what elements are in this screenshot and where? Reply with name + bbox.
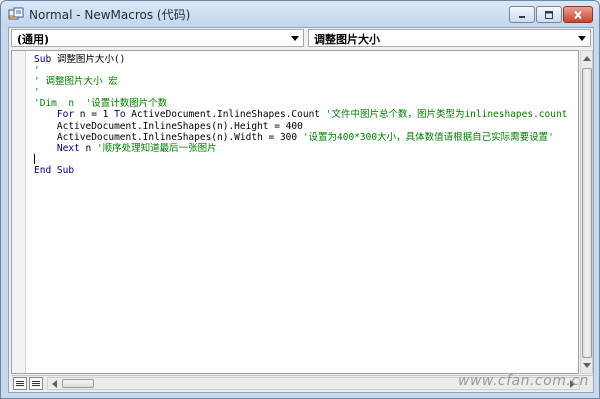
minimize-icon [519,15,525,18]
code-line[interactable]: ' [34,87,578,98]
code-line[interactable]: ActiveDocument.InlineShapes(n).Width = 3… [34,132,578,143]
close-icon [574,10,582,19]
procedure-view-icon [16,381,24,382]
watermark: www.cfan.com.cn [458,373,589,389]
scroll-down-icon[interactable] [583,363,591,368]
code-line[interactable]: End Sub [34,165,578,176]
vba-editor-window: Normal - NewMacros (代码) (通用) 调整图片大小 Sub … [0,0,600,399]
code-comment: 'Dim n '设置计数图片个数 [34,98,168,110]
code-keyword: End Sub [34,164,75,176]
full-module-view-icon [32,381,40,382]
code-comment: '文件中图片总个数，图片类型为inlineshapes.count [325,109,568,121]
code-comment: ' [34,87,40,99]
code-editor[interactable]: Sub 调整图片大小() ' ' 调整图片大小 宏 ' 'Dim n '设置计数图片个数… [11,50,579,374]
full-module-view-button[interactable] [29,377,43,390]
maximize-icon [545,10,553,19]
close-button[interactable] [563,6,593,23]
code-token: ActiveDocument.InlineShapes.Count [131,109,326,121]
code-line[interactable]: ActiveDocument.InlineShapes(n).Height = … [34,121,578,132]
code-token: 调整图片大小() [56,54,126,65]
window-title: Normal - NewMacros (代码) [29,8,191,22]
code-line[interactable] [34,153,578,165]
code-line[interactable]: Next n '顺序处理知道最后一张图片 [34,143,578,154]
object-combobox[interactable]: (通用) [11,29,304,47]
code-line[interactable]: ' [34,65,578,76]
procedure-combobox-value: 调整图片大小 [314,33,380,46]
code-keyword: For [34,109,80,121]
vertical-scrollbar[interactable] [580,50,593,374]
code-line[interactable]: Sub 调整图片大小() [34,54,578,65]
code-line[interactable]: 'Dim n '设置计数图片个数 [34,98,578,109]
title-bar[interactable]: Normal - NewMacros (代码) [1,1,599,27]
code-text[interactable]: Sub 调整图片大小() ' ' 调整图片大小 宏 ' 'Dim n '设置计数图片个数… [34,54,578,176]
code-keyword: Next [34,142,86,154]
chevron-down-icon[interactable] [291,36,299,41]
chevron-down-icon[interactable] [578,36,586,41]
horizontal-scroll-thumb[interactable] [62,379,94,388]
code-token: ActiveDocument.InlineShapes(n).Width = 3… [34,131,303,143]
code-keyword: Sub [34,54,57,65]
code-token: n = 1 [79,109,115,121]
code-comment: '设置为400*300大小，具体数值请根据自己实际需要设置' [302,131,554,143]
code-line[interactable]: For n = 1 To ActiveDocument.InlineShapes… [34,109,578,120]
procedure-view-button[interactable] [13,377,27,390]
code-comment: ' [34,65,40,77]
scroll-left-icon[interactable] [52,380,57,388]
vba-module-icon [8,7,24,20]
scroll-up-icon[interactable] [583,56,591,61]
maximize-button[interactable] [536,6,562,23]
code-keyword: To [114,109,132,121]
code-window-client: (通用) 调整图片大小 Sub 调整图片大小() ' ' 调整图片大小 宏 ' 'Dim… [8,27,594,393]
vertical-scroll-thumb[interactable] [582,68,592,358]
procedure-combobox[interactable]: 调整图片大小 [308,29,591,47]
text-caret [34,153,35,164]
code-comment: '顺序处理知道最后一张图片 [96,142,217,154]
code-comment: ' 调整图片大小 宏 [34,76,118,88]
object-combobox-value: (通用) [17,33,50,46]
code-line[interactable]: ' 调整图片大小 宏 [34,76,578,87]
margin-indicator-bar[interactable] [12,51,26,373]
code-token: ActiveDocument.InlineShapes(n).Height = … [34,120,303,132]
minimize-button[interactable] [509,6,535,23]
code-token: n [85,142,97,154]
